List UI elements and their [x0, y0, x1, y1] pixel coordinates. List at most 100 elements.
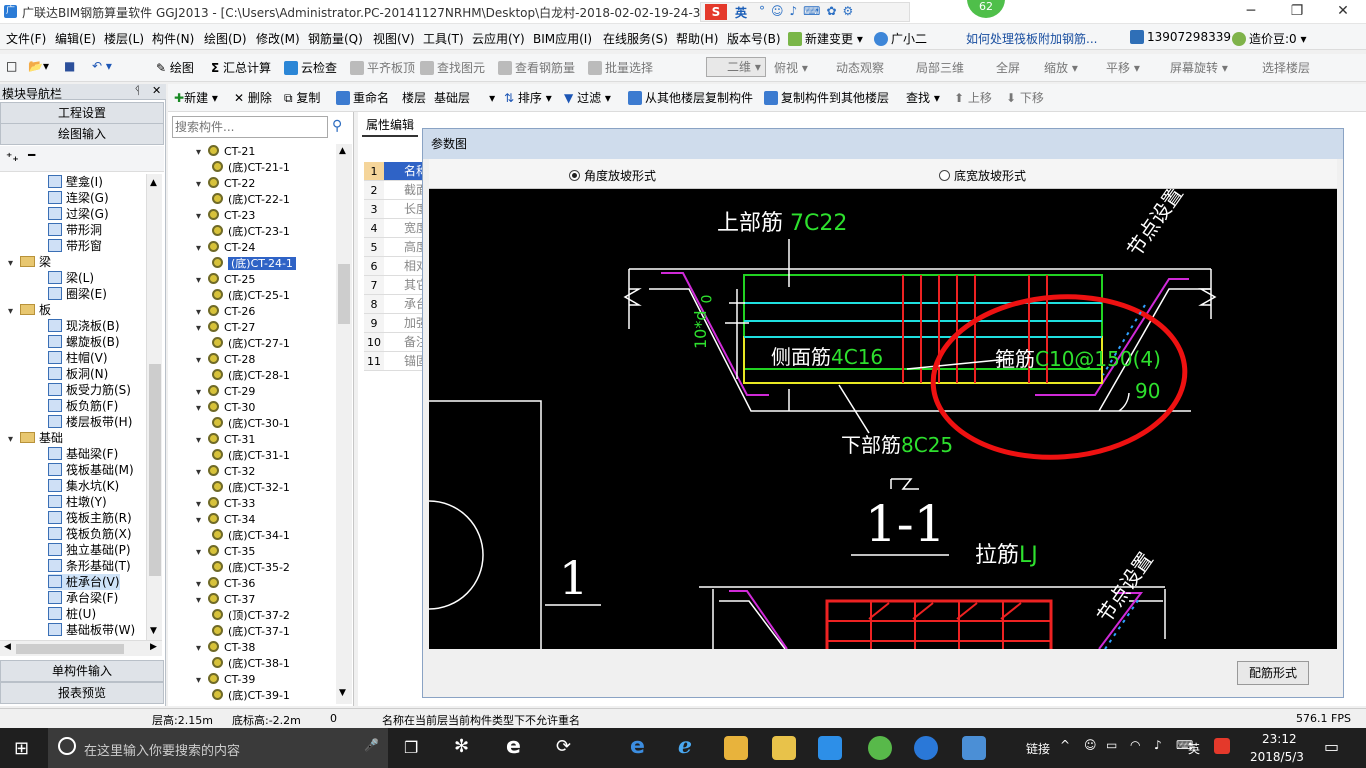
property-row-number[interactable]: 6 [364, 257, 384, 276]
chevron-down-icon[interactable]: ▾ [196, 177, 208, 193]
save-icon[interactable]: ■ [64, 59, 75, 73]
tree-item[interactable]: 承台梁(F) [48, 590, 118, 606]
component-item[interactable]: (底)CT-24-1 [212, 256, 296, 272]
swirl-app-icon[interactable]: ⟳ [556, 736, 571, 757]
batch-select-button[interactable]: 批量选择 [588, 59, 653, 76]
component-item[interactable]: (底)CT-32-1 [212, 480, 290, 496]
property-row-name[interactable]: 名称 [384, 162, 422, 181]
open-file-icon[interactable]: 📂▾ [28, 59, 49, 73]
property-row-number[interactable]: 1 [364, 162, 384, 181]
component-item[interactable]: (底)CT-23-1 [212, 224, 290, 240]
floor-select[interactable]: 基础层 ▾ [434, 89, 495, 106]
menu-new-change[interactable]: 新建变更 ▾ [788, 30, 863, 47]
component-list-scroll-thumb[interactable] [338, 264, 350, 324]
component-group[interactable]: ▾ CT-25 [196, 272, 255, 288]
nav-tree-vscroll[interactable]: ▲ ▼ [146, 174, 162, 640]
property-row-name[interactable]: 长度 [384, 200, 422, 219]
nav-tree-hscroll[interactable]: ◀ ▶ [0, 640, 162, 656]
select-floor-button[interactable]: 选择楼层 [1262, 59, 1310, 76]
property-row-name[interactable]: 其它 [384, 276, 422, 295]
component-item[interactable]: (底)CT-38-1 [212, 656, 290, 672]
help-link[interactable]: 如何处理筏板附加钢筋... [966, 30, 1097, 47]
property-row-name[interactable]: 承台 [384, 295, 422, 314]
screen-rotate-button[interactable]: 屏幕旋转 ▾ [1170, 59, 1228, 76]
property-row-name[interactable]: 宽度 [384, 219, 422, 238]
fan-app-icon[interactable]: ✻ [454, 736, 469, 757]
property-row-number[interactable]: 9 [364, 314, 384, 333]
menu-bim[interactable]: BIM应用(I) [533, 30, 592, 47]
notification-icon[interactable]: ▭ [1324, 737, 1339, 756]
angle-slope-radio[interactable]: 角度放坡形式 [569, 167, 656, 184]
chevron-down-icon[interactable]: ▾ [196, 401, 208, 417]
property-row-name[interactable]: 加强 [384, 314, 422, 333]
rename-button[interactable]: 重命名 [336, 89, 389, 106]
clock-time[interactable]: 23:12 [1262, 732, 1297, 746]
menu-floor[interactable]: 楼层(L) [104, 30, 144, 47]
component-item[interactable]: (底)CT-34-1 [212, 528, 290, 544]
tree-item[interactable]: 桩(U) [48, 606, 96, 622]
tree-item[interactable]: 螺旋板(B) [48, 334, 120, 350]
chevron-down-icon[interactable]: ▾ [196, 673, 208, 689]
tree-item[interactable]: 带形洞 [48, 222, 102, 238]
chevron-down-icon[interactable]: ▾ [196, 353, 208, 369]
volume-icon[interactable]: ♪ [1154, 738, 1162, 752]
glodon-app-icon[interactable] [914, 736, 938, 760]
chevron-down-icon[interactable]: ▾ [196, 465, 208, 481]
tree-folder[interactable]: ▾ 基础 [8, 430, 63, 446]
tray-up-icon[interactable]: ^ [1060, 738, 1070, 752]
mic-icon[interactable]: 🎤 [364, 738, 379, 752]
chevron-down-icon[interactable]: ▾ [196, 209, 208, 225]
tree-item[interactable]: 筏板主筋(R) [48, 510, 132, 526]
taskbar-link-label[interactable]: 链接 [1026, 740, 1050, 757]
edge-blue-icon[interactable]: e [630, 734, 645, 759]
close-button[interactable]: ✕ [1320, 0, 1366, 24]
component-item[interactable]: (底)CT-37-1 [212, 624, 290, 640]
chevron-down-icon[interactable]: ▾ [196, 273, 208, 289]
nav-tree-scroll-thumb[interactable] [149, 364, 161, 576]
ime-icons[interactable]: °☺♪⌨✿⚙ [759, 4, 859, 18]
component-group[interactable]: ▾ CT-23 [196, 208, 255, 224]
menu-version[interactable]: 版本号(B) [727, 30, 781, 47]
tree-item[interactable]: 板受力筋(S) [48, 382, 131, 398]
chevron-down-icon[interactable]: ▾ [196, 433, 208, 449]
menu-draw[interactable]: 绘图(D) [204, 30, 247, 47]
tree-folder[interactable]: ▾ 板 [8, 302, 51, 318]
property-row-name[interactable]: 高度 [384, 238, 422, 257]
tree-item[interactable]: 基础梁(F) [48, 446, 118, 462]
zoom-button[interactable]: 缩放 ▾ [1044, 59, 1078, 76]
sort-button[interactable]: ⇅ 排序 ▾ [504, 89, 552, 106]
beans-count[interactable]: 造价豆:0 ▾ [1232, 30, 1307, 47]
component-group[interactable]: ▾ CT-32 [196, 464, 255, 480]
menu-online[interactable]: 在线服务(S) [603, 30, 668, 47]
property-row-number[interactable]: 10 [364, 333, 384, 352]
property-row-number[interactable]: 3 [364, 200, 384, 219]
top-view-button[interactable]: 俯视 ▾ [774, 59, 808, 76]
menu-cloud[interactable]: 云应用(Y) [472, 30, 525, 47]
tree-item[interactable]: 圈梁(E) [48, 286, 107, 302]
property-row-name[interactable]: 锚固 [384, 352, 422, 371]
copy-from-floor-button[interactable]: 从其他楼层复制构件 [628, 89, 753, 106]
component-item[interactable]: (底)CT-39-1 [212, 688, 290, 704]
component-item[interactable]: (底)CT-30-1 [212, 416, 290, 432]
windows-start-icon[interactable]: ⊞ [14, 738, 29, 759]
nav-section-drawing-input[interactable]: 绘图输入 [0, 123, 164, 145]
dynamic-view-button[interactable]: 动态观察 [836, 59, 884, 76]
component-group[interactable]: ▾ CT-36 [196, 576, 255, 592]
nav-section-project-settings[interactable]: 工程设置 [0, 102, 164, 124]
component-item[interactable]: (底)CT-25-1 [212, 288, 290, 304]
fullscreen-button[interactable]: 全屏 [996, 59, 1020, 76]
menu-guangxiaoer[interactable]: 广小二 [874, 30, 927, 47]
tree-item[interactable]: 板负筋(F) [48, 398, 118, 414]
property-row-name[interactable]: 截面 [384, 181, 422, 200]
tree-item[interactable]: 板洞(N) [48, 366, 108, 382]
property-row-number[interactable]: 2 [364, 181, 384, 200]
pan-button[interactable]: 平移 ▾ [1106, 59, 1140, 76]
copy-to-floor-button[interactable]: 复制构件到其他楼层 [764, 89, 889, 106]
task-view-icon[interactable]: ❐ [404, 738, 418, 757]
chevron-down-icon[interactable]: ▾ [196, 593, 208, 609]
chevron-down-icon[interactable]: ▾ [196, 641, 208, 657]
tree-item[interactable]: 过梁(G) [48, 206, 109, 222]
parameter-drawing-canvas[interactable]: 上部筋 7C22 侧面筋4C16 箍筋C10@150(4) 下部筋8C25 节点… [429, 189, 1337, 649]
chevron-down-icon[interactable]: ▾ [196, 545, 208, 561]
delete-button[interactable]: ✕ 删除 [234, 89, 272, 106]
